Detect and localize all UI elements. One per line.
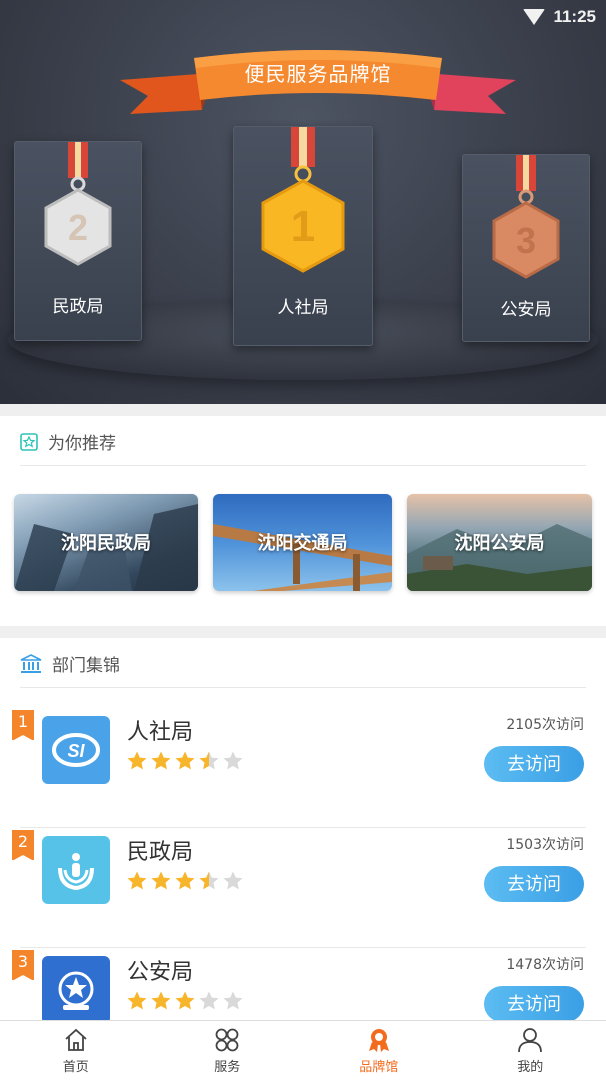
rating-stars [126, 990, 244, 1011]
government-building-icon [20, 653, 42, 673]
recommend-card-transport[interactable]: 沈阳交通局 [213, 494, 392, 591]
star-icon [151, 871, 171, 890]
recommend-card-police[interactable]: 沈阳公安局 [407, 494, 592, 591]
title-ribbon: 便民服务品牌馆 [120, 44, 516, 120]
recommend-header: 为你推荐 [20, 418, 586, 466]
social-security-icon: SI [42, 716, 110, 784]
tab-brand-hall[interactable]: 品牌馆 [303, 1021, 455, 1080]
recommend-card-civil-affairs[interactable]: 沈阳民政局 [14, 494, 198, 591]
tab-label: 服务 [214, 1059, 241, 1075]
tab-label: 品牌馆 [359, 1059, 399, 1075]
svg-text:SI: SI [67, 741, 85, 761]
tab-label: 我的 [517, 1059, 544, 1075]
rank-badge: 3 [12, 950, 34, 981]
services-icon [215, 1028, 239, 1051]
rating-stars [126, 870, 244, 891]
wifi-icon [523, 9, 546, 25]
visit-count: 1503次访问 [506, 837, 584, 853]
civil-affairs-icon [42, 836, 110, 904]
department-name: 公安局 [127, 960, 194, 985]
rank-badge: 1 [12, 710, 34, 741]
podium-label: 民政局 [52, 297, 104, 317]
visit-button[interactable]: 去访问 [484, 866, 584, 902]
star-icon [175, 991, 195, 1010]
star-icon [175, 751, 195, 770]
star-icon [151, 751, 171, 770]
profile-icon [518, 1027, 543, 1052]
banner-title: 便民服务品牌馆 [244, 62, 392, 86]
section-title: 为你推荐 [48, 434, 116, 454]
star-icon [127, 751, 147, 770]
recommend-card-label: 沈阳公安局 [454, 533, 545, 554]
svg-text:1: 1 [291, 202, 315, 251]
police-emblem-icon [42, 956, 110, 1020]
tab-services[interactable]: 服务 [152, 1021, 304, 1080]
visit-button[interactable]: 去访问 [484, 746, 584, 782]
star-icon [127, 991, 147, 1010]
podium-third[interactable]: 3 公安局 [462, 154, 590, 342]
brand-hall-icon [368, 1028, 389, 1052]
departments-header: 部门集锦 [20, 640, 586, 688]
podium-label: 公安局 [500, 300, 552, 320]
silver-medal-icon: 2 [44, 142, 112, 266]
star-icon [127, 871, 147, 890]
department-name: 民政局 [127, 840, 194, 865]
tab-label: 首页 [62, 1059, 89, 1075]
recommend-card-label: 沈阳交通局 [257, 533, 348, 554]
departments-section: 部门集锦 1 SI 人社局 2105次访问 去访问 2 民政局 1503次访问 … [0, 638, 606, 1020]
tab-profile[interactable]: 我的 [455, 1021, 606, 1080]
bottom-tab-bar: 首页 服务 品牌馆 我的 [0, 1020, 606, 1080]
brand-hall-hero: 11:25 便民服务品牌馆 2 民政局 1 人社局 3 公安局 [0, 0, 606, 404]
status-bar: 11:25 [523, 6, 596, 28]
department-row[interactable]: 3 公安局 1478次访问 去访问 [0, 948, 606, 1020]
star-icon [223, 751, 243, 770]
visit-button[interactable]: 去访问 [484, 986, 584, 1020]
rank-badge: 2 [12, 830, 34, 861]
star-box-icon [20, 432, 38, 451]
podium-first[interactable]: 1 人社局 [233, 126, 373, 346]
svg-text:2: 2 [68, 207, 88, 248]
department-row[interactable]: 2 民政局 1503次访问 去访问 [0, 828, 606, 948]
star-icon [175, 871, 195, 890]
rating-stars [126, 750, 244, 771]
recommend-card-label: 沈阳民政局 [61, 533, 151, 554]
department-name: 人社局 [127, 720, 194, 745]
star-icon [199, 751, 219, 770]
section-title: 部门集锦 [52, 656, 120, 676]
star-icon [199, 991, 219, 1010]
status-time: 11:25 [553, 7, 596, 26]
podium-label: 人社局 [277, 298, 329, 318]
bronze-medal-icon: 3 [492, 155, 560, 279]
podium-second[interactable]: 2 民政局 [14, 141, 142, 341]
visit-count: 2105次访问 [506, 717, 584, 733]
home-icon [65, 1028, 87, 1051]
star-icon [199, 871, 219, 890]
star-icon [223, 991, 243, 1010]
star-icon [223, 871, 243, 890]
department-row[interactable]: 1 SI 人社局 2105次访问 去访问 [0, 708, 606, 828]
star-icon [151, 991, 171, 1010]
tab-home[interactable]: 首页 [0, 1021, 152, 1080]
recommend-section: 为你推荐 沈阳民政局 沈阳交通局 沈阳公安局 [0, 416, 606, 626]
visit-count: 1478次访问 [506, 957, 584, 973]
gold-medal-icon: 1 [261, 127, 345, 273]
svg-text:3: 3 [516, 220, 536, 261]
